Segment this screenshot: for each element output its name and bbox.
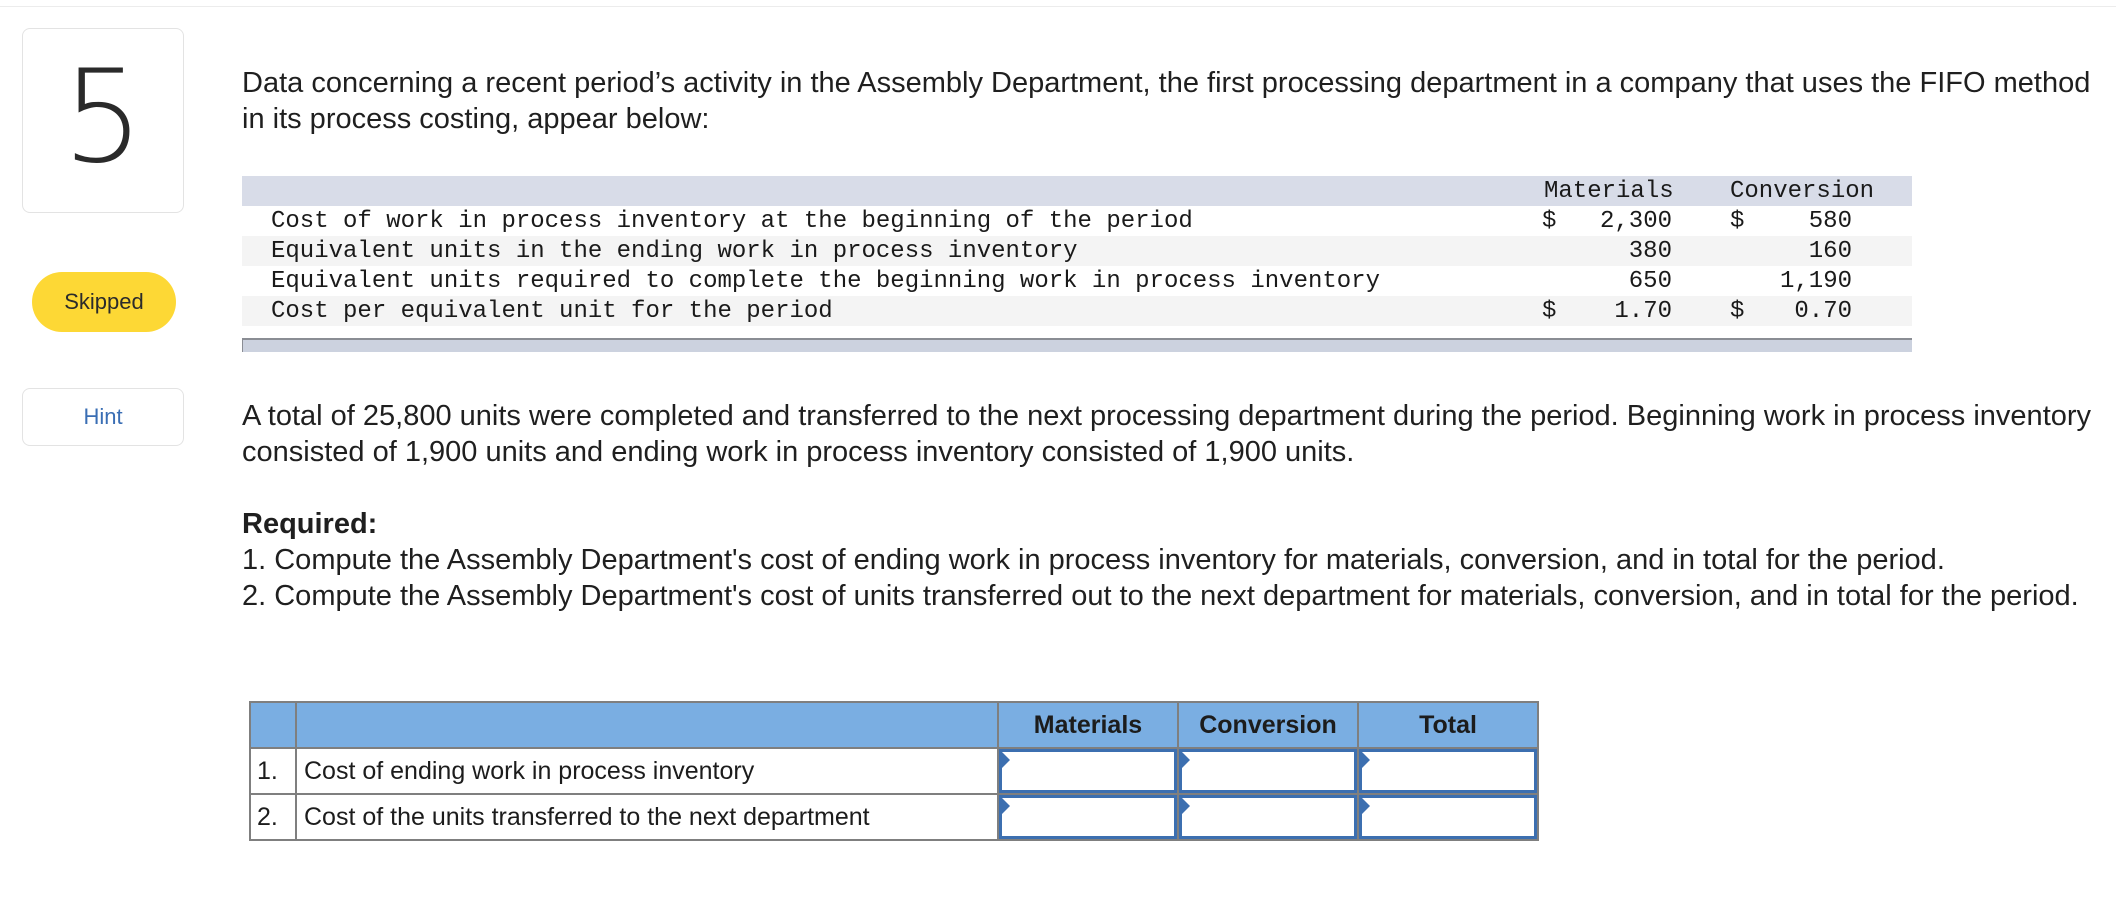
row-label: Cost of the units transferred to the nex… [295,793,999,841]
required-section: Required: 1. Compute the Assembly Depart… [242,506,2102,614]
conversion-amount: 1,190 [1779,268,1852,295]
data-table: Materials Conversion Cost of work in pro… [242,176,1912,352]
answer-row-ending-wip: 1. Cost of ending work in process invent… [249,747,1539,795]
conversion-amount: 580 [1808,208,1852,235]
hint-button[interactable]: Hint [22,388,184,446]
header-materials: Materials [997,701,1179,749]
conversion-cell [1177,793,1359,841]
answer-table-header: Materials Conversion Total [249,701,1539,749]
row-label: Cost of work in process inventory at the… [271,208,1193,235]
transferred-conversion-input[interactable] [1179,795,1357,839]
row-number: 1. [249,747,297,795]
question-number-box: 5 [22,28,184,213]
dollar-sign: $ [1730,298,1745,325]
data-table-footer [242,338,1912,352]
materials-amount: 1.70 [1614,298,1672,325]
conversion-cell [1177,747,1359,795]
required-item: 2. Compute the Assembly Department's cos… [242,580,2079,612]
question-number: 5 [62,42,144,192]
row-number: 2. [249,793,297,841]
header-number [249,701,297,749]
top-divider [0,6,2116,7]
materials-amount: 380 [1628,238,1672,265]
column-header-conversion: Conversion [1730,178,1875,205]
dollar-sign: $ [1730,208,1745,235]
conversion-value: 160 [1730,238,1852,265]
ending-wip-total-input[interactable] [1359,749,1537,793]
required-item: 1. Compute the Assembly Department's cos… [242,544,1945,576]
required-title: Required: [242,508,378,540]
materials-amount: 2,300 [1599,208,1672,235]
header-total: Total [1357,701,1539,749]
data-row: Equivalent units in the ending work in p… [242,236,1912,266]
transferred-total-input[interactable] [1359,795,1537,839]
intro-text: Data concerning a recent period’s activi… [242,67,2091,135]
materials-value: 650 [1542,268,1672,295]
transferred-materials-input[interactable] [999,795,1177,839]
materials-value: 380 [1542,238,1672,265]
data-row: Cost per equivalent unit for the period … [242,296,1912,326]
materials-value: $2,300 [1542,208,1672,235]
materials-amount: 650 [1628,268,1672,295]
header-conversion: Conversion [1177,701,1359,749]
row-label: Cost per equivalent unit for the period [271,298,833,325]
header-label [295,701,999,749]
row-label: Equivalent units required to complete th… [271,268,1380,295]
data-row: Equivalent units required to complete th… [242,266,1912,296]
status-badge: Skipped [32,272,176,332]
total-cell [1357,793,1539,841]
answer-row-transferred: 2. Cost of the units transferred to the … [249,793,1539,841]
answer-table: Materials Conversion Total 1. Cost of en… [249,701,1539,841]
materials-cell [997,747,1179,795]
row-label: Equivalent units in the ending work in p… [271,238,1078,265]
row-label: Cost of ending work in process inventory [295,747,999,795]
materials-cell [997,793,1179,841]
ending-wip-materials-input[interactable] [999,749,1177,793]
column-header-materials: Materials [1544,178,1674,205]
conversion-amount: 0.70 [1794,298,1852,325]
ending-wip-conversion-input[interactable] [1179,749,1357,793]
conversion-value: $580 [1730,208,1852,235]
dollar-sign: $ [1542,298,1557,325]
data-row: Cost of work in process inventory at the… [242,206,1912,236]
conversion-amount: 160 [1808,238,1852,265]
data-table-header: Materials Conversion [242,176,1912,206]
summary-text: A total of 25,800 units were completed a… [242,400,2092,468]
total-cell [1357,747,1539,795]
conversion-value: 1,190 [1730,268,1852,295]
conversion-value: $0.70 [1730,298,1852,325]
materials-value: $1.70 [1542,298,1672,325]
dollar-sign: $ [1542,208,1557,235]
